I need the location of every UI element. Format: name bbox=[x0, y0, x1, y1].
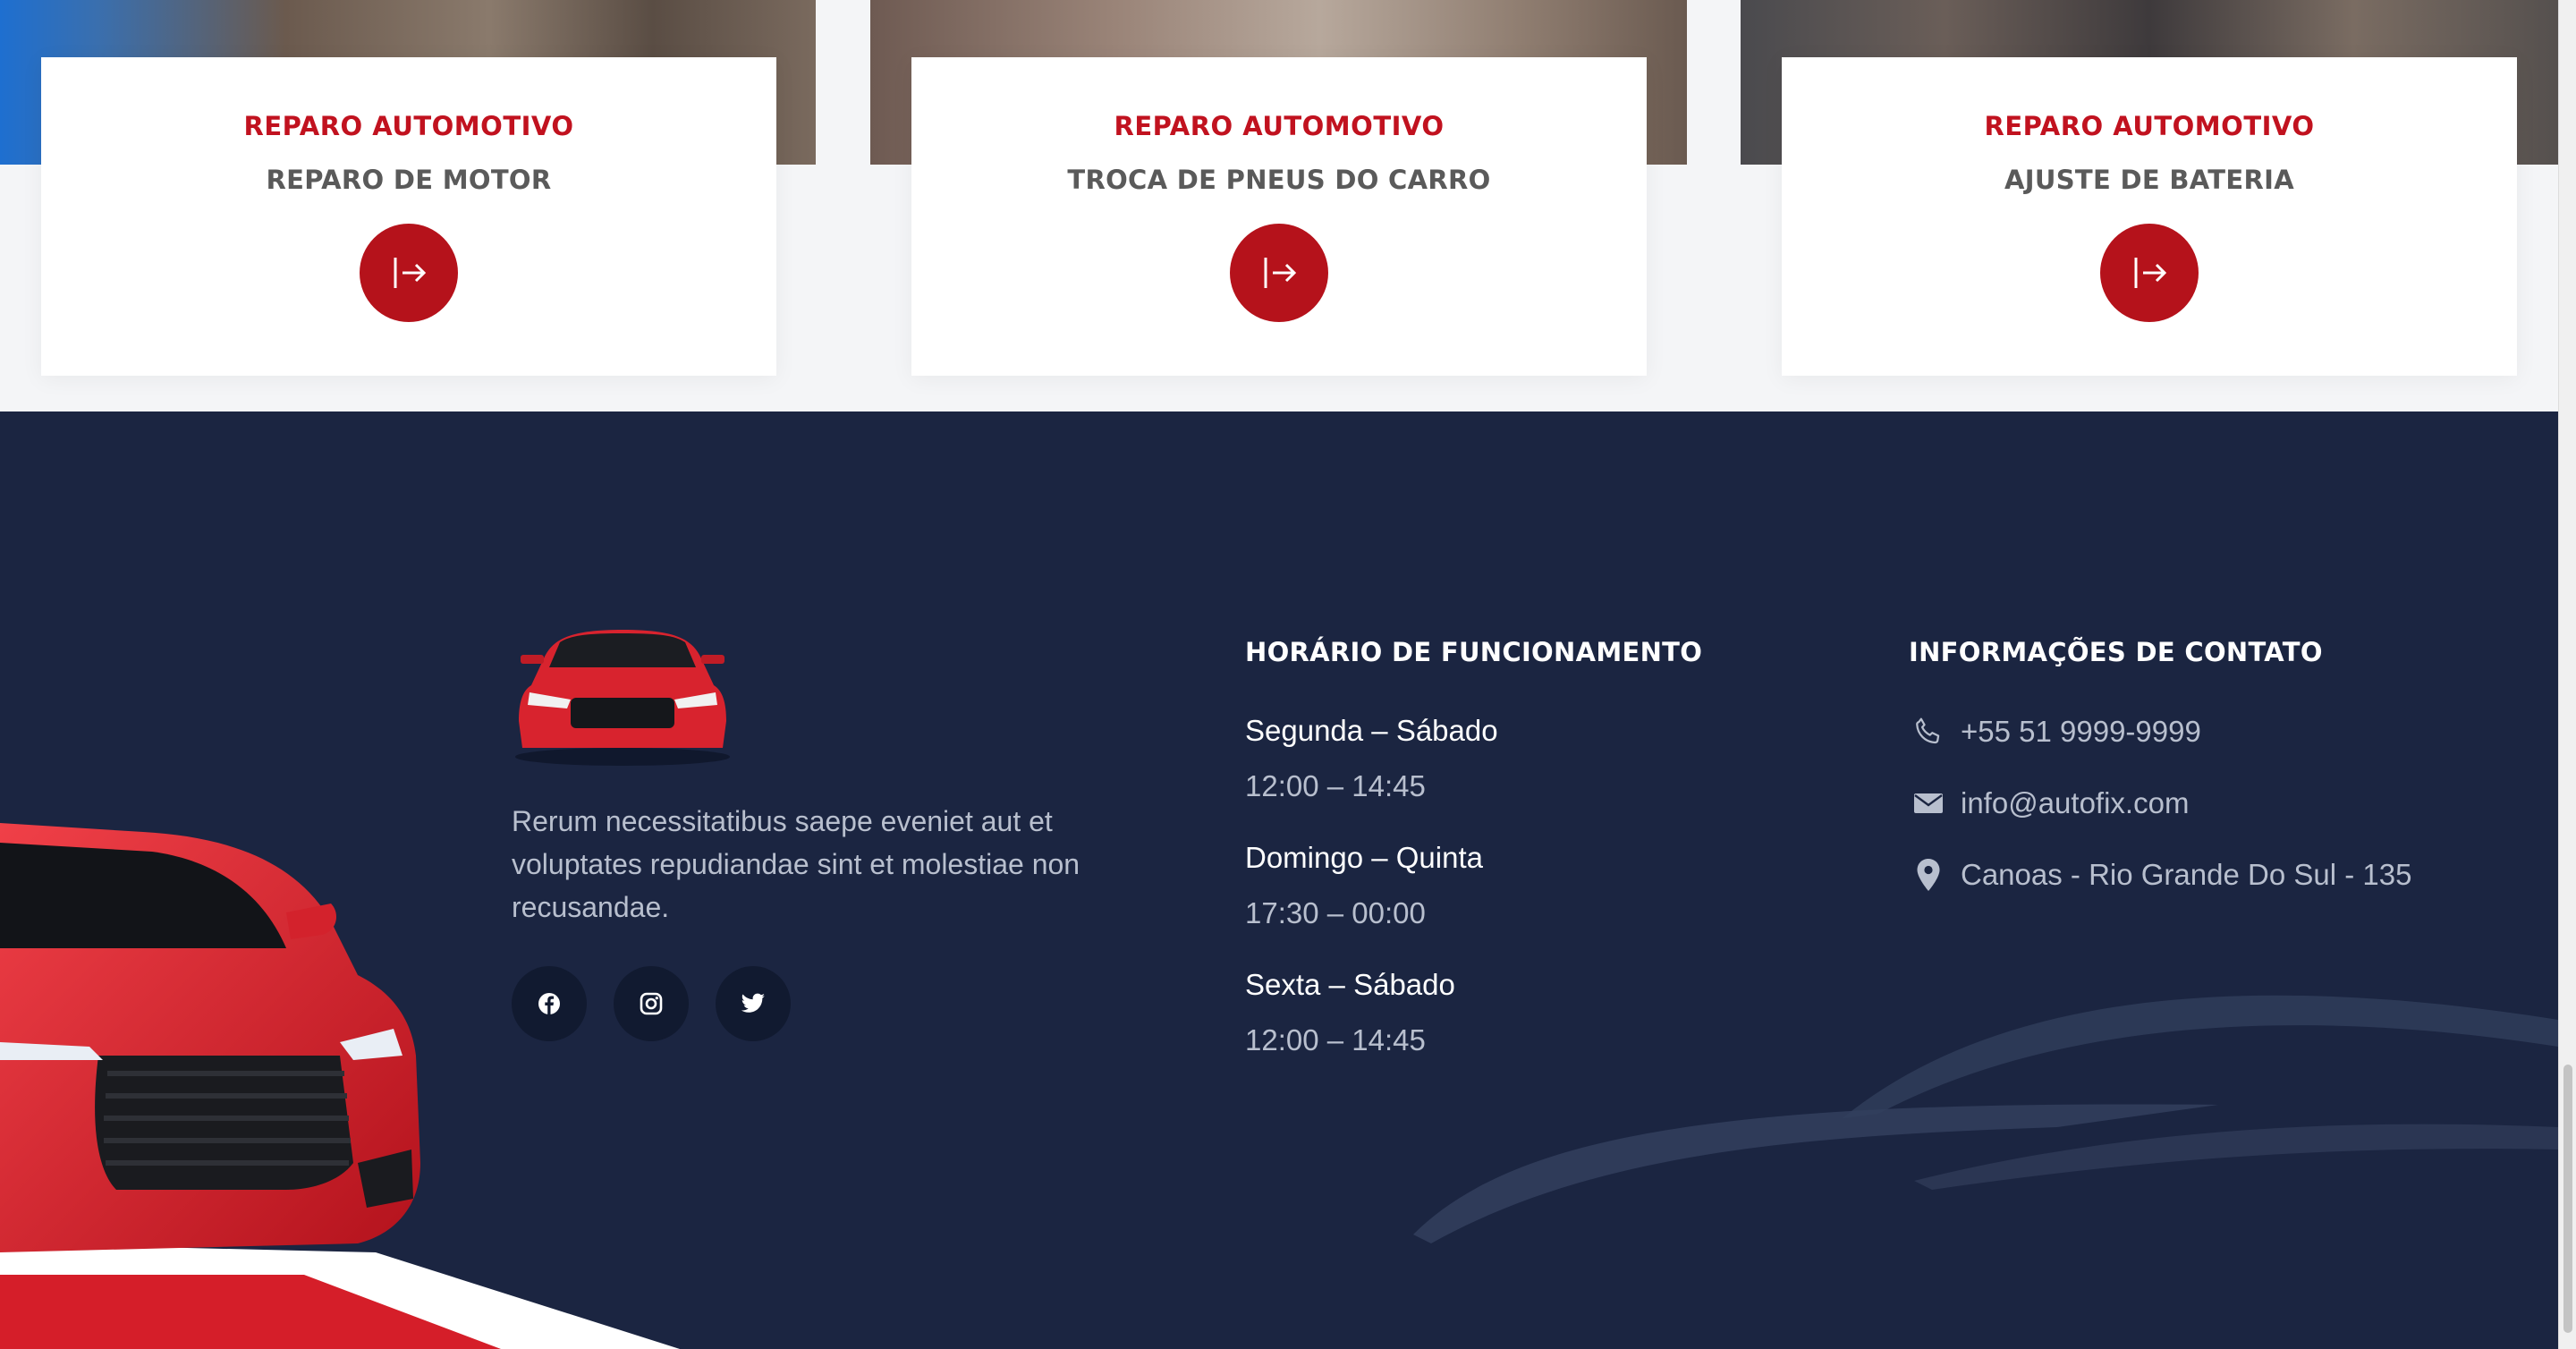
contact-heading: INFORMAÇÕES DE CONTATO bbox=[1909, 637, 2323, 667]
page-scrollbar[interactable] bbox=[2558, 0, 2576, 1349]
hours-day: Segunda – Sábado bbox=[1245, 714, 1498, 747]
service-kicker: REPARO AUTOMOTIVO bbox=[1984, 111, 2315, 141]
arrow-right-icon bbox=[2134, 258, 2167, 288]
hours-day: Sexta – Sábado bbox=[1245, 968, 1455, 1001]
contact-email[interactable]: info@autofix.com bbox=[1909, 781, 2189, 826]
hours-time: 17:30 – 00:00 bbox=[1245, 896, 1426, 929]
hours-time: 12:00 – 14:45 bbox=[1245, 769, 1426, 802]
twitter-icon bbox=[741, 993, 765, 1013]
service-link-button[interactable] bbox=[1230, 224, 1328, 322]
contact-address-text: Canoas - Rio Grande Do Sul - 135 bbox=[1961, 858, 2412, 891]
facebook-link[interactable] bbox=[512, 966, 587, 1041]
location-pin-icon bbox=[1909, 855, 1948, 895]
service-card-tires: REPARO AUTOMOTIVO TROCA DE PNEUS DO CARR… bbox=[911, 57, 1647, 376]
twitter-link[interactable] bbox=[716, 966, 791, 1041]
service-title: REPARO DE MOTOR bbox=[266, 165, 552, 195]
service-kicker: REPARO AUTOMOTIVO bbox=[243, 111, 574, 141]
site-footer: Rerum necessitatibus saepe eveniet aut e… bbox=[0, 411, 2558, 1349]
mail-icon bbox=[1909, 784, 1948, 823]
service-link-button[interactable] bbox=[360, 224, 458, 322]
contact-phone[interactable]: +55 51 9999-9999 bbox=[1909, 709, 2201, 754]
services-section: REPARO AUTOMOTIVO REPARO DE MOTOR REPARO… bbox=[0, 0, 2558, 411]
service-title: AJUSTE DE BATERIA bbox=[2004, 165, 2294, 195]
hours-day: Domingo – Quinta bbox=[1245, 841, 1483, 874]
facebook-icon bbox=[538, 993, 560, 1014]
service-kicker: REPARO AUTOMOTIVO bbox=[1114, 111, 1445, 141]
hours-time: 12:00 – 14:45 bbox=[1245, 1023, 1426, 1056]
logo-car-icon bbox=[515, 630, 730, 766]
decorative-swoosh bbox=[1413, 995, 2558, 1243]
instagram-icon bbox=[640, 992, 663, 1015]
contact-email-text: info@autofix.com bbox=[1961, 786, 2190, 819]
service-card-battery: REPARO AUTOMOTIVO AJUSTE DE BATERIA bbox=[1782, 57, 2517, 376]
contact-address: Canoas - Rio Grande Do Sul - 135 bbox=[1909, 853, 2411, 897]
footer-description: Rerum necessitatibus saepe eveniet aut e… bbox=[512, 805, 1080, 923]
phone-icon bbox=[1909, 712, 1948, 751]
service-card-engine: REPARO AUTOMOTIVO REPARO DE MOTOR bbox=[41, 57, 776, 376]
contact-phone-text: +55 51 9999-9999 bbox=[1961, 715, 2201, 748]
service-title: TROCA DE PNEUS DO CARRO bbox=[1067, 165, 1491, 195]
arrow-right-icon bbox=[394, 258, 427, 288]
hours-heading: HORÁRIO DE FUNCIONAMENTO bbox=[1245, 637, 1703, 667]
instagram-link[interactable] bbox=[614, 966, 689, 1041]
scrollbar-thumb[interactable] bbox=[2563, 1065, 2572, 1333]
arrow-right-icon bbox=[1264, 258, 1297, 288]
service-link-button[interactable] bbox=[2100, 224, 2199, 322]
